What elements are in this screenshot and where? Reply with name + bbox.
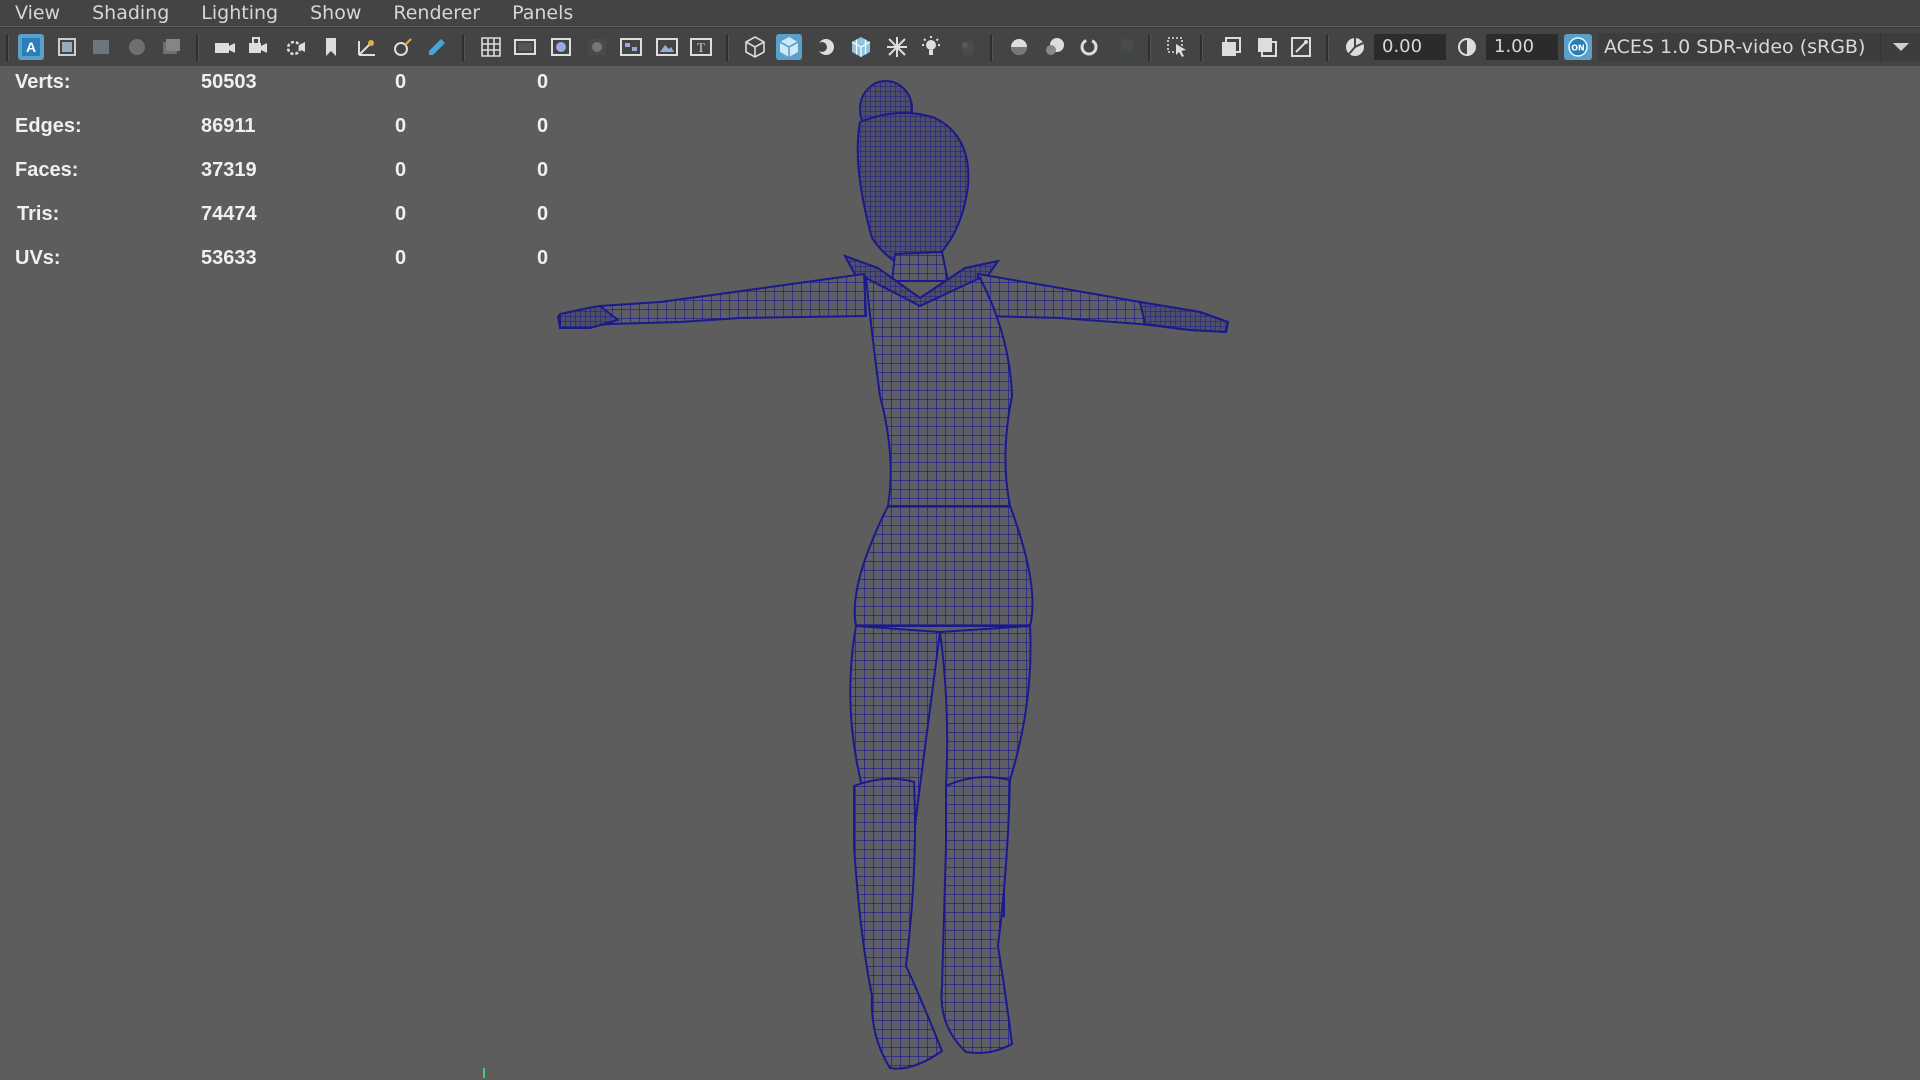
menu-renderer[interactable]: Renderer xyxy=(393,0,480,26)
hud-label: Verts: xyxy=(15,71,71,93)
hud-row-tris: Tris: 74474 0 0 xyxy=(0,203,600,233)
exposure-icon[interactable] xyxy=(1342,34,1368,60)
colorspace-field[interactable]: ACES 1.0 SDR-video (sRGB) xyxy=(1598,33,1880,61)
pencil-icon[interactable] xyxy=(424,34,450,60)
gate-mask-icon[interactable] xyxy=(584,34,610,60)
xray-joints-icon[interactable] xyxy=(1288,34,1314,60)
hud-value: 0 xyxy=(395,247,407,269)
hud-value: 86911 xyxy=(201,115,256,137)
menu-panels[interactable]: Panels xyxy=(512,0,573,26)
gamma-icon[interactable] xyxy=(1454,34,1480,60)
lock-camera-icon[interactable] xyxy=(246,34,272,60)
wireframe-icon[interactable] xyxy=(742,34,768,60)
film-gate-icon[interactable] xyxy=(512,34,538,60)
2d-pan-zoom-icon[interactable] xyxy=(354,34,380,60)
toolbar-separator xyxy=(1200,35,1203,61)
toolbar-separator xyxy=(726,35,729,61)
grease-pencil-tool-icon[interactable] xyxy=(390,34,416,60)
color-management-toggle-icon[interactable]: ON xyxy=(1564,34,1592,60)
textured-icon[interactable] xyxy=(884,34,910,60)
exposure-field[interactable]: 0.00 xyxy=(1374,34,1446,60)
hud-value: 0 xyxy=(537,71,549,93)
use-default-material-icon[interactable] xyxy=(812,34,838,60)
hud-label: Faces: xyxy=(15,159,79,181)
hud-value: 74474 xyxy=(201,203,257,225)
toolbar-separator xyxy=(6,35,9,61)
menu-view[interactable]: View xyxy=(15,0,60,26)
hud-value: 0 xyxy=(395,115,407,137)
lights-icon[interactable] xyxy=(918,34,944,60)
bookmarks-icon[interactable] xyxy=(88,34,114,60)
resolution-gate-icon[interactable] xyxy=(548,34,574,60)
wireframe-on-shaded-icon[interactable] xyxy=(848,34,874,60)
hud-label: UVs: xyxy=(15,247,61,269)
hud-row-edges: Edges: 86911 0 0 xyxy=(0,115,600,145)
hud-value: 50503 xyxy=(201,71,257,93)
hud-value: 0 xyxy=(537,159,549,181)
svg-text:A: A xyxy=(26,39,36,55)
camera-gear-icon[interactable] xyxy=(282,34,308,60)
toolbar-separator xyxy=(990,35,993,61)
hud-label: Tris: xyxy=(17,203,60,225)
menu-show[interactable]: Show xyxy=(310,0,361,26)
hud-row-uvs: UVs: 53633 0 0 xyxy=(0,247,600,277)
xray-active-components-icon[interactable] xyxy=(1254,34,1280,60)
svg-text:ON: ON xyxy=(1571,44,1585,53)
hud-value: 53633 xyxy=(201,247,257,269)
hud-value: 0 xyxy=(537,203,549,225)
toolbar-separator xyxy=(196,35,199,61)
safe-action-icon[interactable] xyxy=(654,34,680,60)
select-camera-icon[interactable]: A xyxy=(18,34,44,60)
camera-attributes-icon[interactable] xyxy=(54,34,80,60)
panel-menu-bar: View Shading Lighting Show Renderer Pane… xyxy=(0,0,1920,26)
safe-title-icon[interactable]: T xyxy=(688,34,714,60)
image-plane-icon[interactable] xyxy=(124,34,150,60)
film-camera-icon[interactable] xyxy=(212,34,238,60)
hud-value: 0 xyxy=(395,159,407,181)
shadows-icon[interactable] xyxy=(954,34,980,60)
menu-shading[interactable]: Shading xyxy=(92,0,169,26)
isolate-select-icon[interactable] xyxy=(1164,34,1190,60)
anti-aliasing-icon[interactable] xyxy=(1076,34,1102,60)
toolbar-separator xyxy=(1148,35,1151,61)
hud-value: 0 xyxy=(537,115,549,137)
hud-value: 0 xyxy=(395,71,407,93)
hud-row-verts: Verts: 50503 0 0 xyxy=(0,71,600,101)
hud-value: 0 xyxy=(537,247,549,269)
motion-blur-icon[interactable] xyxy=(1042,34,1068,60)
panel-toolbar: A T 0.00 1.00 ON ACES 1.0 SDR-video (sRG… xyxy=(0,27,1920,66)
chevron-down-icon xyxy=(1893,43,1909,51)
origin-axis-indicator xyxy=(483,1068,485,1078)
bookmark-icon[interactable] xyxy=(318,34,344,60)
xray-icon[interactable] xyxy=(1218,34,1244,60)
gamma-field[interactable]: 1.00 xyxy=(1486,34,1558,60)
smooth-shade-icon[interactable] xyxy=(776,34,802,60)
toolbar-separator xyxy=(462,35,465,61)
depth-of-field-icon[interactable] xyxy=(1112,34,1138,60)
grid-icon[interactable] xyxy=(478,34,504,60)
hud-label: Edges: xyxy=(15,115,82,137)
hud-row-faces: Faces: 37319 0 0 xyxy=(0,159,600,189)
menu-lighting[interactable]: Lighting xyxy=(201,0,278,26)
hud-value: 37319 xyxy=(201,159,257,181)
toolbar-separator xyxy=(1326,35,1329,61)
hud-value: 0 xyxy=(395,203,407,225)
colorspace-dropdown-button[interactable] xyxy=(1880,33,1920,61)
svg-text:T: T xyxy=(697,40,705,55)
screen-space-ao-icon[interactable] xyxy=(1006,34,1032,60)
field-chart-icon[interactable] xyxy=(618,34,644,60)
grease-pencil-icon[interactable] xyxy=(158,34,184,60)
